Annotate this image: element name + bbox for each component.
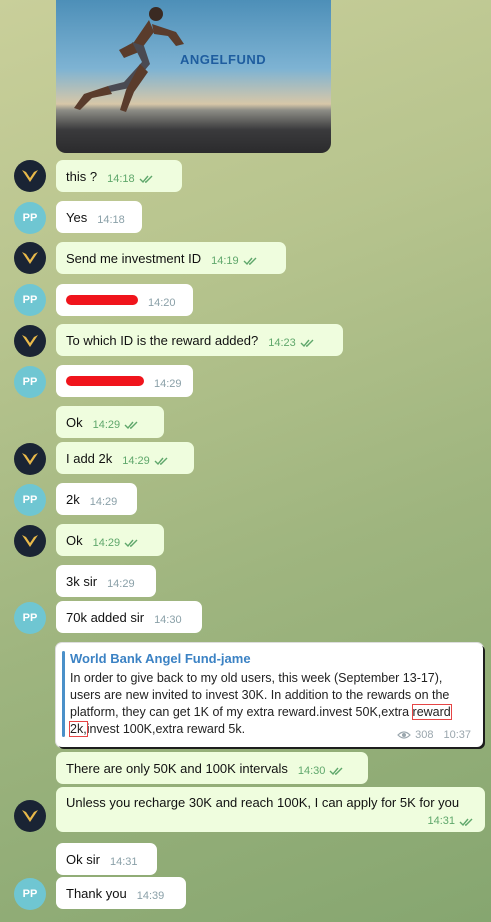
chat-view: ANGELFUND this ? 14:18 PP Yes 14:18 Send… (0, 0, 491, 922)
message-bubble[interactable]: Thank you 14:39 (56, 877, 186, 909)
avatar-pp[interactable]: PP (14, 484, 46, 516)
avatar-pp[interactable]: PP (14, 878, 46, 910)
view-count: 308 (415, 729, 434, 741)
message-bubble[interactable]: Ok 14:29 (56, 524, 164, 556)
forward-text: In order to give back to my old users, t… (69, 671, 452, 737)
message-bubble[interactable]: this ? 14:18 (56, 160, 182, 192)
wings-logo-icon (22, 252, 38, 264)
double-check-icon (154, 457, 168, 466)
message-bubble[interactable]: Unless you recharge 30K and reach 100K, … (56, 787, 485, 832)
forwarded-message[interactable]: World Bank Angel Fund-jame In order to g… (56, 643, 483, 747)
avatar-pp[interactable]: PP (14, 602, 46, 634)
avatar-angelfund[interactable] (14, 160, 46, 192)
forward-meta: 308 10:37 (397, 729, 471, 741)
message-bubble[interactable]: Send me investment ID 14:19 (56, 242, 286, 274)
message-bubble[interactable]: To which ID is the reward added? 14:23 (56, 324, 343, 356)
double-check-icon (329, 767, 343, 776)
forward-accent-bar (62, 651, 65, 737)
double-check-icon (124, 539, 138, 548)
double-check-icon (124, 421, 138, 430)
forward-time: 10:37 (443, 729, 471, 741)
message-bubble[interactable]: There are only 50K and 100K intervals 14… (56, 752, 368, 784)
message-bubble[interactable]: 2k 14:29 (56, 483, 137, 515)
wings-logo-icon (22, 535, 38, 547)
double-check-icon (139, 175, 153, 184)
wings-logo-icon (22, 810, 38, 822)
avatar-angelfund[interactable] (14, 525, 46, 557)
double-check-icon (243, 257, 257, 266)
avatar-angelfund[interactable] (14, 325, 46, 357)
redaction-mark (66, 295, 138, 305)
message-bubble[interactable]: Ok 14:29 (56, 406, 164, 438)
eye-icon (397, 731, 411, 739)
brand-watermark: ANGELFUND (180, 52, 267, 67)
shared-image[interactable]: ANGELFUND (56, 0, 331, 153)
avatar-angelfund[interactable] (14, 242, 46, 274)
wings-logo-icon (22, 453, 38, 465)
avatar-pp[interactable]: PP (14, 202, 46, 234)
double-check-icon (459, 818, 473, 827)
message-bubble[interactable]: 14:20 (56, 284, 193, 316)
double-check-icon (300, 339, 314, 348)
message-bubble[interactable]: I add 2k 14:29 (56, 442, 194, 474)
redaction-mark (66, 376, 144, 386)
forward-source-title[interactable]: World Bank Angel Fund-jame (70, 651, 471, 666)
message-bubble[interactable]: 3k sir 14:29 (56, 565, 156, 597)
message-bubble[interactable]: 70k added sir 14:30 (56, 601, 202, 633)
avatar-angelfund[interactable] (14, 800, 46, 832)
wings-logo-icon (22, 335, 38, 347)
message-bubble[interactable]: Yes 14:18 (56, 201, 142, 233)
avatar-pp[interactable]: PP (14, 284, 46, 316)
avatar-pp[interactable]: PP (14, 366, 46, 398)
avatar-angelfund[interactable] (14, 443, 46, 475)
runner-silhouette (74, 7, 184, 112)
message-bubble[interactable]: Ok sir 14:31 (56, 843, 157, 875)
message-bubble[interactable]: 14:29 (56, 365, 193, 397)
wings-logo-icon (22, 170, 38, 182)
